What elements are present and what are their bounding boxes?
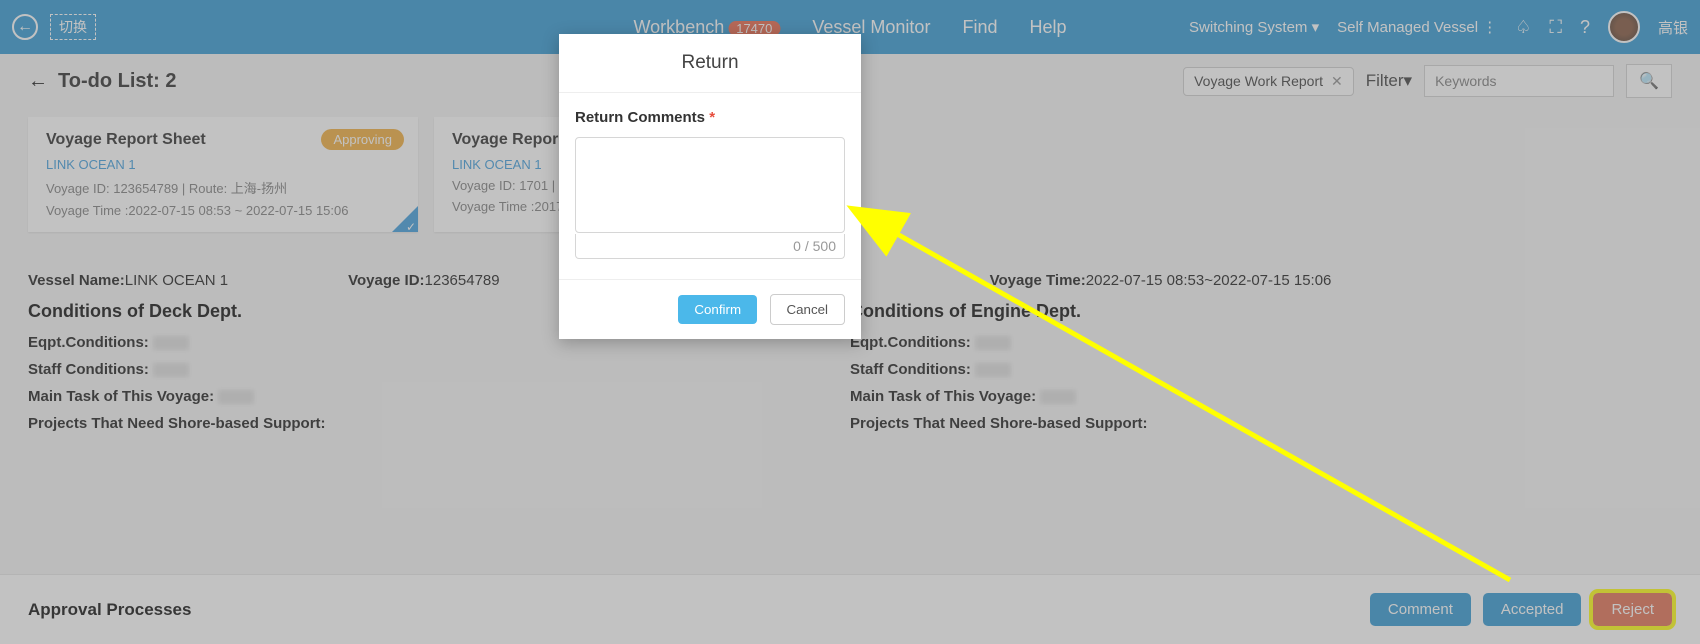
cancel-button[interactable]: Cancel <box>770 294 846 325</box>
comments-textarea[interactable] <box>575 137 845 233</box>
modal-title: Return <box>559 34 861 93</box>
char-counter: 0 / 500 <box>575 234 845 259</box>
comments-label: Return Comments * <box>575 109 715 126</box>
confirm-button[interactable]: Confirm <box>678 295 757 324</box>
return-modal: Return Return Comments * 0 / 500 Confirm… <box>559 34 861 339</box>
